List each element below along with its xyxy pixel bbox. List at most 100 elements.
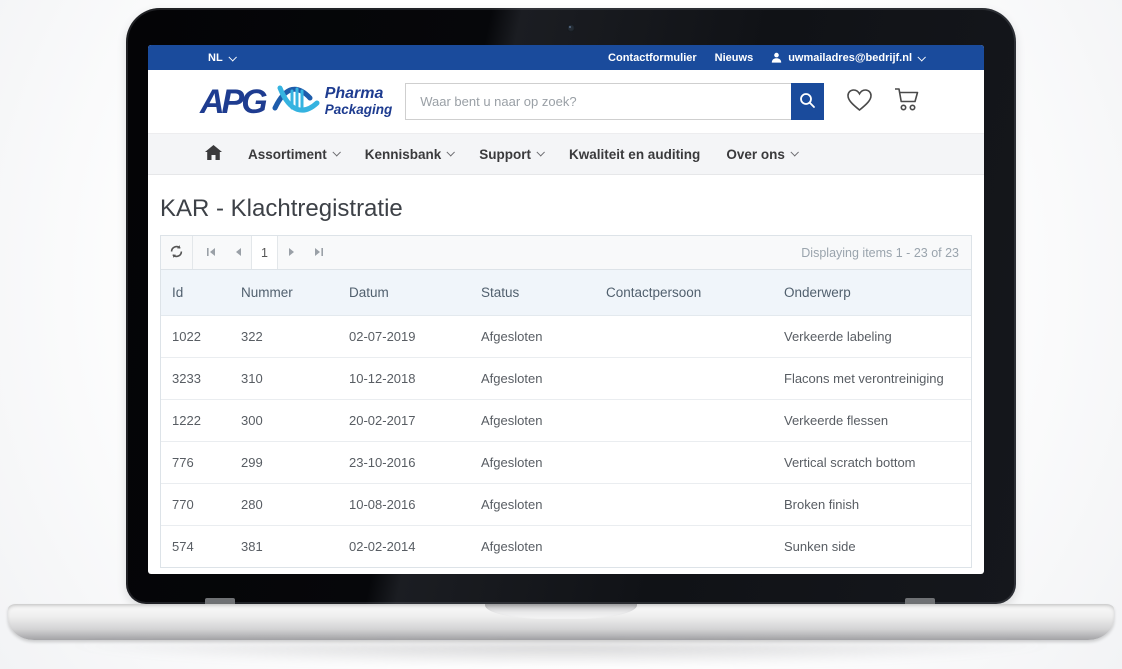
cell-contactpersoon xyxy=(595,484,773,526)
cell-datum: 10-12-2018 xyxy=(338,358,470,400)
cell-onderwerp: Flacons met verontreiniging xyxy=(773,358,971,400)
utility-topbar: NL Contactformulier Nieuws uwmailadres@b… xyxy=(148,45,984,70)
column-header-contactpersoon[interactable]: Contactpersoon xyxy=(595,270,773,316)
cell-contactpersoon xyxy=(595,358,773,400)
page-next-icon xyxy=(288,245,296,260)
cell-contactpersoon xyxy=(595,442,773,484)
nav-item-support[interactable]: Support xyxy=(479,147,543,162)
next-page-button[interactable] xyxy=(278,236,305,269)
chevron-down-icon xyxy=(447,148,455,156)
table-row[interactable]: 574 381 02-02-2014 Afgesloten Sunken sid… xyxy=(161,526,971,568)
nav-item-assortiment[interactable]: Assortiment xyxy=(248,147,339,162)
table-header-row: Id Nummer Datum Status Contactpersoon On… xyxy=(161,270,971,316)
complaints-table: Id Nummer Datum Status Contactpersoon On… xyxy=(161,270,971,567)
wishlist-button[interactable] xyxy=(846,88,873,116)
cell-nummer: 322 xyxy=(230,316,338,358)
user-email-label: uwmailadres@bedrijf.nl xyxy=(788,52,912,64)
logo-tagline: Pharma Packaging xyxy=(325,86,393,117)
cell-onderwerp: Verkeerde flessen xyxy=(773,400,971,442)
nav-item-label: Kennisbank xyxy=(365,147,442,162)
cell-nummer: 381 xyxy=(230,526,338,568)
page-title: KAR - Klachtregistratie xyxy=(160,195,972,223)
logo-tagline-line2: Packaging xyxy=(325,103,393,117)
cell-datum: 02-02-2014 xyxy=(338,526,470,568)
cell-id: 1222 xyxy=(161,400,230,442)
table-row[interactable]: 1022 322 02-07-2019 Afgesloten Verkeerde… xyxy=(161,316,971,358)
nav-item-kennisbank[interactable]: Kennisbank xyxy=(365,147,454,162)
user-account-menu[interactable]: uwmailadres@bedrijf.nl xyxy=(771,52,924,64)
refresh-button[interactable] xyxy=(161,236,193,269)
cell-status: Afgesloten xyxy=(470,316,595,358)
chevron-down-icon xyxy=(332,148,340,156)
cell-contactpersoon xyxy=(595,316,773,358)
webcam-icon xyxy=(567,24,575,32)
column-header-status[interactable]: Status xyxy=(470,270,595,316)
page-prev-icon xyxy=(234,245,242,260)
browser-viewport: NL Contactformulier Nieuws uwmailadres@b… xyxy=(148,45,984,574)
page-content: KAR - Klachtregistratie xyxy=(148,195,984,568)
cell-status: Afgesloten xyxy=(470,400,595,442)
column-header-onderwerp[interactable]: Onderwerp xyxy=(773,270,971,316)
nav-item-over-ons[interactable]: Over ons xyxy=(726,147,797,162)
cell-onderwerp: Broken finish xyxy=(773,484,971,526)
page-last-icon xyxy=(314,245,324,260)
cell-nummer: 310 xyxy=(230,358,338,400)
logo-tagline-line1: Pharma xyxy=(325,86,393,103)
user-icon xyxy=(771,52,782,63)
pagination: 1 xyxy=(197,236,332,269)
refresh-icon xyxy=(169,244,184,262)
table-row[interactable]: 776 299 23-10-2016 Afgesloten Vertical s… xyxy=(161,442,971,484)
cell-nummer: 280 xyxy=(230,484,338,526)
column-header-id[interactable]: Id xyxy=(161,270,230,316)
cell-onderwerp: Vertical scratch bottom xyxy=(773,442,971,484)
nav-home[interactable] xyxy=(205,145,222,163)
table-row[interactable]: 770 280 10-08-2016 Afgesloten Broken fin… xyxy=(161,484,971,526)
nav-item-label: Assortiment xyxy=(248,147,327,162)
cell-id: 574 xyxy=(161,526,230,568)
chevron-down-icon xyxy=(790,148,798,156)
search-bar xyxy=(405,83,824,120)
contact-form-link[interactable]: Contactformulier xyxy=(608,52,697,64)
table-row[interactable]: 1222 300 20-02-2017 Afgesloten Verkeerde… xyxy=(161,400,971,442)
cell-nummer: 300 xyxy=(230,400,338,442)
table-row[interactable]: 3233 310 10-12-2018 Afgesloten Flacons m… xyxy=(161,358,971,400)
cell-id: 1022 xyxy=(161,316,230,358)
nav-item-label: Kwaliteit en auditing xyxy=(569,147,700,162)
cell-status: Afgesloten xyxy=(470,526,595,568)
laptop-lid-notch xyxy=(485,604,637,619)
cell-status: Afgesloten xyxy=(470,484,595,526)
column-header-nummer[interactable]: Nummer xyxy=(230,270,338,316)
column-header-datum[interactable]: Datum xyxy=(338,270,470,316)
complaints-grid: 1 Displaying items 1 - 23 of 23 xyxy=(160,235,972,568)
cell-contactpersoon xyxy=(595,526,773,568)
company-logo[interactable]: APG Pharma Packaging xyxy=(200,81,392,122)
page-first-icon xyxy=(206,245,216,260)
first-page-button[interactable] xyxy=(197,236,224,269)
search-input[interactable] xyxy=(405,83,791,120)
news-link[interactable]: Nieuws xyxy=(715,52,754,64)
cart-icon xyxy=(893,87,921,116)
main-navigation: Assortiment Kennisbank Support Kwaliteit… xyxy=(148,133,984,175)
laptop-reflection xyxy=(60,643,1062,667)
pager-status: Displaying items 1 - 23 of 23 xyxy=(801,246,971,260)
cell-datum: 23-10-2016 xyxy=(338,442,470,484)
cell-datum: 02-07-2019 xyxy=(338,316,470,358)
cell-onderwerp: Sunken side xyxy=(773,526,971,568)
last-page-button[interactable] xyxy=(305,236,332,269)
current-page-input[interactable]: 1 xyxy=(251,236,278,269)
search-button[interactable] xyxy=(791,83,824,120)
nav-item-kwaliteit[interactable]: Kwaliteit en auditing xyxy=(569,147,700,162)
cell-onderwerp: Verkeerde labeling xyxy=(773,316,971,358)
logo-text: APG xyxy=(200,85,265,119)
cart-button[interactable] xyxy=(893,87,921,116)
site-header: APG Pharma Packaging xyxy=(148,70,984,133)
prev-page-button[interactable] xyxy=(224,236,251,269)
language-selector[interactable]: NL xyxy=(208,52,235,64)
home-icon xyxy=(205,145,222,163)
language-label: NL xyxy=(208,52,223,64)
chevron-down-icon xyxy=(537,148,545,156)
cell-id: 776 xyxy=(161,442,230,484)
nav-item-label: Over ons xyxy=(726,147,785,162)
chevron-down-icon xyxy=(228,53,236,61)
chevron-down-icon xyxy=(917,53,925,61)
